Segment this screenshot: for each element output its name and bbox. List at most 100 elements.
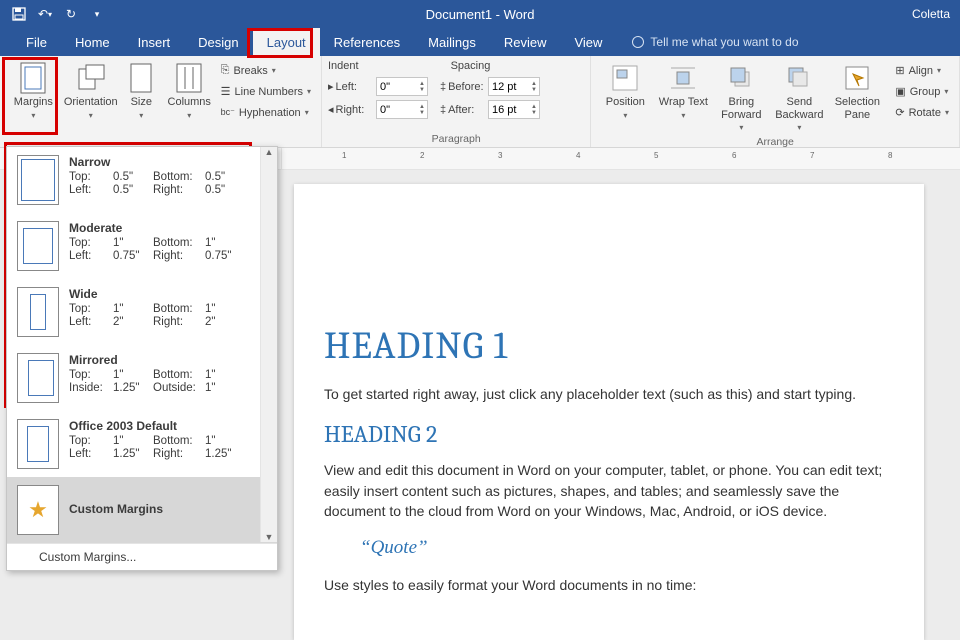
preset-title: Office 2003 Default (69, 419, 255, 433)
wrap-text-icon (667, 62, 699, 94)
indent-left-input[interactable]: ▲▼ (376, 77, 428, 96)
margin-mirrored-icon (17, 353, 59, 403)
val-right: 2" (205, 316, 245, 328)
line-numbers-icon: ☰ (221, 85, 231, 98)
group-button[interactable]: ▣Group▾ (891, 81, 953, 102)
orientation-button[interactable]: Orientation▾ (63, 60, 119, 123)
lbl-left: Left: (69, 250, 113, 262)
tab-file[interactable]: File (12, 28, 61, 56)
val-bottom: 1" (205, 303, 245, 315)
line-numbers-button[interactable]: ☰Line Numbers▾ (217, 81, 315, 102)
columns-button[interactable]: Columns▾ (164, 60, 215, 123)
margin-preset-wide[interactable]: Wide Top:1" Bottom:1" Left:2" Right:2" (7, 279, 277, 345)
rotate-button[interactable]: ⟳Rotate▾ (891, 102, 953, 123)
wrap-text-button[interactable]: Wrap Text▾ (655, 60, 711, 134)
tab-references[interactable]: References (320, 28, 414, 56)
heading-2[interactable]: HEADING 2 (324, 420, 894, 448)
val-top: 1" (113, 303, 153, 315)
margin-office-icon (17, 419, 59, 469)
spacing-heading: Spacing (451, 60, 491, 74)
tab-layout[interactable]: Layout (253, 28, 320, 56)
spacing-before-label: ‡Before: (440, 81, 484, 93)
val-top: 1" (113, 369, 153, 381)
lbl-top: Top: (69, 171, 113, 183)
columns-icon (173, 62, 205, 94)
hyphenation-button[interactable]: bc⁻Hyphenation▾ (217, 102, 315, 123)
indent-right-input[interactable]: ▲▼ (376, 100, 428, 119)
val-bottom: 0.5" (205, 171, 245, 183)
size-button[interactable]: Size▾ (121, 60, 162, 123)
lbl-bottom: Bottom: (153, 303, 205, 315)
quote-text[interactable]: “Quote” (324, 537, 894, 559)
qat-customize-icon[interactable]: ▾ (86, 3, 108, 25)
columns-label: Columns (168, 96, 211, 109)
lbl-top: Top: (69, 303, 113, 315)
lbl-left: Left: (69, 448, 113, 460)
margins-dropdown: Narrow Top:0.5" Bottom:0.5" Left:0.5" Ri… (6, 146, 278, 571)
size-icon (125, 62, 157, 94)
margins-label: Margins (14, 96, 53, 109)
val-left: 1.25" (113, 448, 153, 460)
send-backward-button[interactable]: Send Backward▾ (771, 60, 827, 134)
margin-preset-custom[interactable]: ★ Custom Margins (7, 477, 277, 543)
position-icon (609, 62, 641, 94)
lbl-bottom: Bottom: (153, 369, 205, 381)
bring-forward-label: Bring Forward (715, 96, 767, 121)
body-paragraph[interactable]: Use styles to easily format your Word do… (324, 575, 894, 595)
val-top: 1" (113, 237, 153, 249)
preset-title: Mirrored (69, 353, 255, 367)
lbl-bottom: Bottom: (153, 171, 205, 183)
preset-title: Custom Margins (69, 502, 163, 516)
undo-icon[interactable]: ↶▾ (34, 3, 56, 25)
indent-left-label: ▸Left: (328, 80, 372, 93)
margin-preset-moderate[interactable]: Moderate Top:1" Bottom:1" Left:0.75" Rig… (7, 213, 277, 279)
breaks-button[interactable]: ⎘Breaks▾ (217, 60, 315, 81)
orientation-icon (75, 62, 107, 94)
horizontal-ruler[interactable]: 1 2 3 4 5 6 7 8 (282, 148, 960, 169)
lbl-left: Inside: (69, 382, 113, 394)
ruler-tick: 8 (888, 151, 892, 160)
lightbulb-icon (632, 36, 644, 48)
selection-pane-button[interactable]: Selection Pane (829, 60, 885, 134)
tab-insert[interactable]: Insert (124, 28, 185, 56)
preset-title: Moderate (69, 221, 255, 235)
spacing-before-input[interactable]: ▲▼ (488, 77, 540, 96)
tell-me-search[interactable]: Tell me what you want to do (632, 35, 798, 49)
tab-design[interactable]: Design (184, 28, 252, 56)
margin-preset-office2003[interactable]: Office 2003 Default Top:1" Bottom:1" Lef… (7, 411, 277, 477)
margins-button[interactable]: Margins▾ (6, 60, 61, 123)
dropdown-scrollbar[interactable]: ▲▼ (260, 147, 277, 542)
preset-title: Wide (69, 287, 255, 301)
body-paragraph[interactable]: View and edit this document in Word on y… (324, 460, 894, 521)
bring-forward-button[interactable]: Bring Forward▾ (713, 60, 769, 134)
redo-icon[interactable]: ↻ (60, 3, 82, 25)
custom-margins-link[interactable]: Custom Margins... (7, 543, 277, 570)
title-bar: ↶▾ ↻ ▾ Document1 - Word Coletta (0, 0, 960, 28)
align-button[interactable]: ⊞Align▾ (891, 60, 953, 81)
margins-icon (17, 62, 49, 94)
indent-right-label: ◂Right: (328, 103, 372, 116)
margin-preset-narrow[interactable]: Narrow Top:0.5" Bottom:0.5" Left:0.5" Ri… (7, 147, 277, 213)
ruler-tick: 4 (576, 151, 580, 160)
ruler-tick: 2 (420, 151, 424, 160)
wrap-text-label: Wrap Text (659, 96, 708, 109)
margin-preset-mirrored[interactable]: Mirrored Top:1" Bottom:1" Inside:1.25" O… (7, 345, 277, 411)
tab-view[interactable]: View (560, 28, 616, 56)
val-right: 0.5" (205, 184, 245, 196)
tab-mailings[interactable]: Mailings (414, 28, 490, 56)
val-right: 1" (205, 382, 245, 394)
lbl-top: Top: (69, 369, 113, 381)
tab-review[interactable]: Review (490, 28, 561, 56)
user-name[interactable]: Coletta (912, 7, 960, 21)
spacing-after-input[interactable]: ▲▼ (488, 100, 540, 119)
margin-wide-icon (17, 287, 59, 337)
ruler-tick: 5 (654, 151, 658, 160)
heading-1[interactable]: HEADING 1 (324, 324, 894, 368)
save-icon[interactable] (8, 3, 30, 25)
breaks-icon: ⎘ (221, 64, 230, 77)
body-paragraph[interactable]: To get started right away, just click an… (324, 384, 894, 404)
margin-custom-icon: ★ (17, 485, 59, 535)
tab-home[interactable]: Home (61, 28, 124, 56)
position-button[interactable]: Position▾ (597, 60, 653, 134)
page[interactable]: HEADING 1 To get started right away, jus… (294, 184, 924, 640)
